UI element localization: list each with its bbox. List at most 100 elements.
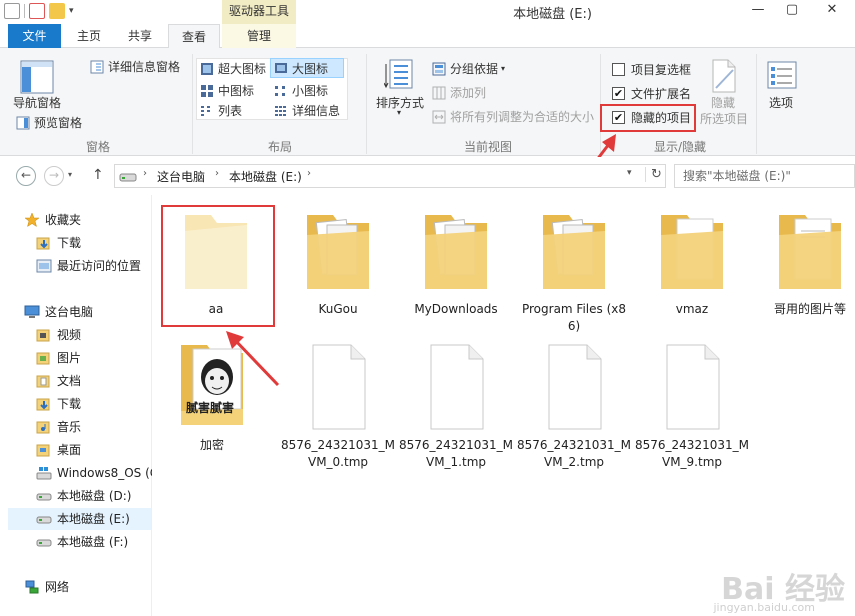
file-item[interactable]: KuGou [280,205,396,318]
file-item[interactable]: Program Files (x86) [516,205,632,335]
layout-medium-icons[interactable]: 中图标 [200,82,254,99]
breadcrumb-separator: › [307,168,311,179]
large-icons-icon [275,63,287,73]
tab-file[interactable]: 文件 [8,24,61,48]
group-separator [756,54,757,154]
nav-drive-c[interactable]: Windows8_OS (C [36,462,158,484]
nav-pictures[interactable]: 图片 [36,347,81,369]
breadcrumb-drive-e[interactable]: 本地磁盘 (E:) [229,168,302,185]
nav-music[interactable]: 音乐 [36,416,81,438]
layout-large-icons[interactable]: 大图标 [270,58,344,78]
nav-drive-c-label: Windows8_OS (C [57,466,159,480]
details-pane-button[interactable]: 详细信息窗格 [90,58,180,75]
nav-this-pc[interactable]: 这台电脑 [24,301,93,323]
nav-desktop-label: 桌面 [57,443,82,457]
nav-pictures-label: 图片 [57,351,82,365]
options-icon[interactable] [766,60,798,92]
nav-drive-f[interactable]: 本地磁盘 (F:) [36,531,128,553]
layout-extra-large-icons[interactable]: 超大图标 [200,60,266,77]
hide-selected-icon[interactable] [708,58,738,94]
folder-icon [307,215,369,289]
close-button[interactable]: ✕ [809,0,855,22]
file-item[interactable]: 8576_24321031_MVM_2.tmp [516,341,632,471]
navigation-pane-icon[interactable] [20,60,54,94]
preview-pane-icon [16,116,30,129]
fit-columns-button[interactable]: 将所有列调整为合适的大小 [432,108,594,125]
file-item[interactable]: MyDownloads [398,205,514,318]
address-dropdown-icon[interactable]: ▾ [627,168,632,178]
extra-large-icons-label: 超大图标 [218,62,267,76]
minimize-button[interactable]: — [741,0,775,22]
file-item[interactable]: 8576_24321031_MVM_9.tmp [634,341,750,471]
file-extensions-option[interactable]: ✔ 文件扩展名 [612,85,691,102]
file-item[interactable]: 腻害腻害 加密 [162,341,262,454]
file-item[interactable]: 哥用的图片等 [752,205,855,318]
nav-desktop[interactable]: 桌面 [36,439,81,461]
file-name: 8576_24321031_MVM_2.tmp [517,438,631,469]
breadcrumb-separator: › [143,168,147,179]
ribbon-view: 导航窗格 预览窗格 详细信息窗格 窗格 超大图标 大图标 中图标 小图标 列表 … [0,48,855,156]
nav-drive-d[interactable]: 本地磁盘 (D:) [36,485,131,507]
nav-documents[interactable]: 文档 [36,370,81,392]
back-button[interactable]: ← [16,166,36,186]
search-placeholder: 搜索"本地磁盘 (E:)" [683,169,791,183]
layout-list[interactable]: 列表 [200,102,242,119]
layout-small-icons[interactable]: 小图标 [274,82,328,99]
file-name: Program Files (x86) [521,302,626,333]
tab-share[interactable]: 共享 [118,24,162,48]
recent-locations-icon[interactable]: ▾ [68,170,72,179]
folder-icon [661,215,723,289]
add-columns-button[interactable]: 添加列 [432,84,486,101]
nav-drive-f-label: 本地磁盘 (F:) [57,535,129,549]
file-item[interactable]: 8576_24321031_MVM_0.tmp [280,341,396,471]
nav-drive-e[interactable]: 本地磁盘 (E:) [8,508,151,530]
small-icons-icon [275,85,285,96]
nav-downloads-pc[interactable]: 下载 [36,393,81,415]
sort-by-icon[interactable] [384,58,418,94]
nav-favorites[interactable]: 收藏夹 [24,209,81,231]
refresh-icon[interactable]: ↻ [645,167,662,182]
hide-selected-button[interactable]: 隐藏 [711,94,735,111]
tab-view[interactable]: 查看 [168,24,220,49]
file-item[interactable]: 8576_24321031_MVM_1.tmp [398,341,514,471]
search-input[interactable]: 搜索"本地磁盘 (E:)" [674,164,855,188]
folder-icon [543,215,605,289]
breadcrumb-this-pc[interactable]: 这台电脑 [157,168,205,185]
up-button[interactable]: ↑ [92,167,104,183]
file-item[interactable]: vmaz [634,205,750,318]
file-list: aa KuGou MyDownloads Program Files (x86)… [152,195,855,616]
navigation-pane-button[interactable]: 导航窗格 [13,94,61,111]
file-extensions-checkbox[interactable]: ✔ [612,87,625,100]
recent-locations-icon [36,259,52,273]
layout-details[interactable]: 详细信息 [274,102,340,119]
tab-home[interactable]: 主页 [68,24,110,48]
medium-icons-label: 中图标 [218,84,255,98]
options-button[interactable]: 选项 [769,94,793,111]
nav-network[interactable]: 网络 [24,576,69,598]
navigation-pane: 收藏夹 下载 最近访问的位置 这台电脑 视频 图片 文档 下载 音乐 桌面 Wi… [0,195,158,616]
nav-downloads[interactable]: 下载 [36,232,81,254]
group-label-show-hide: 显示/隐藏 [653,140,707,154]
tab-manage[interactable]: 管理 [222,24,296,48]
item-checkboxes-option[interactable]: 项目复选框 [612,61,691,78]
maximize-button[interactable]: ▢ [775,0,809,22]
file-name: KuGou [318,302,358,316]
title-bar: ▾ 驱动器工具 本地磁盘 (E:) — ▢ ✕ [0,0,855,24]
pictures-folder-icon [36,352,50,365]
file-extensions-label: 文件扩展名 [631,87,692,101]
window-title: 本地磁盘 (E:) [513,7,592,22]
file-name: 哥用的图片等 [773,302,846,316]
large-icons-label: 大图标 [292,61,329,76]
group-by-button[interactable]: 分组依据 ▾ [432,60,505,77]
small-icons-label: 小图标 [292,84,329,98]
nav-recent[interactable]: 最近访问的位置 [36,255,141,277]
fit-columns-icon [432,110,446,123]
preview-pane-button[interactable]: 预览窗格 [16,114,82,131]
preview-pane-label: 预览窗格 [34,116,83,130]
group-by-label: 分组依据 [450,62,499,76]
forward-button[interactable]: → [44,166,64,186]
group-separator [366,54,367,154]
item-checkboxes-checkbox[interactable] [612,63,625,76]
nav-videos[interactable]: 视频 [36,324,81,346]
address-bar[interactable]: › 这台电脑 › 本地磁盘 (E:) › ▾ ↻ [114,164,666,188]
